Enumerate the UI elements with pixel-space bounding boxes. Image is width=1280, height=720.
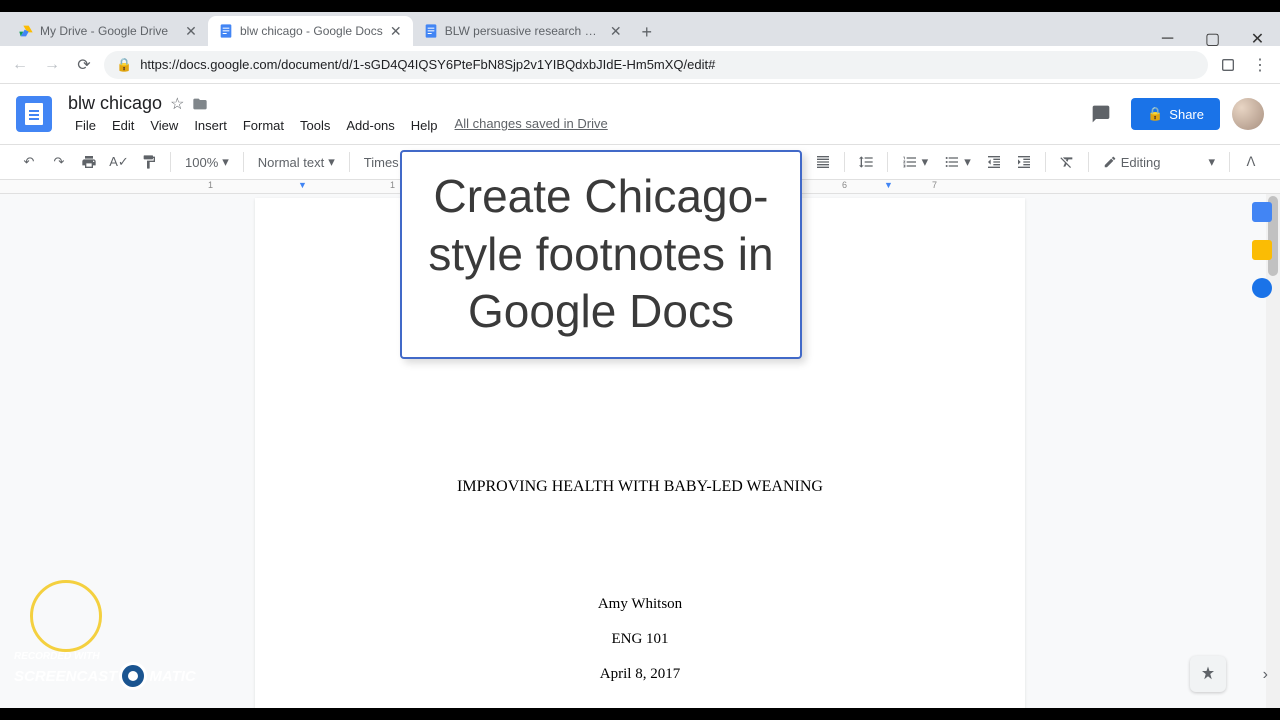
document-date: April 8, 2017 [355, 666, 925, 683]
avatar[interactable] [1232, 98, 1264, 130]
tab-title: blw chicago - Google Docs [240, 24, 383, 38]
screencast-logo-icon [119, 662, 147, 690]
browser-tab[interactable]: BLW persuasive research 101 chi ✕ [413, 16, 633, 46]
chevron-down-icon: ▾ [922, 154, 929, 170]
increase-indent-button[interactable] [1011, 149, 1037, 175]
print-button[interactable] [76, 149, 102, 175]
spellcheck-button[interactable]: A✓ [106, 149, 132, 175]
line-spacing-button[interactable] [853, 149, 879, 175]
minimize-button[interactable]: ─ [1145, 24, 1190, 54]
close-window-button[interactable]: ✕ [1235, 24, 1280, 54]
watermark: RECORDED WITH SCREENCAST MATIC [14, 651, 196, 690]
align-justify-button[interactable] [810, 149, 836, 175]
numbered-list-button[interactable]: ▾ [896, 154, 935, 170]
calendar-icon[interactable] [1252, 202, 1272, 222]
editing-mode-select[interactable]: Editing ▾ [1097, 154, 1221, 170]
docs-header: blw chicago ☆ File Edit View Insert Form… [0, 84, 1280, 144]
chevron-down-icon: ▾ [222, 154, 229, 170]
close-icon[interactable]: ✕ [184, 24, 198, 38]
share-label: Share [1169, 107, 1204, 122]
chevron-down-icon: ▾ [964, 154, 971, 170]
clear-formatting-button[interactable] [1054, 149, 1080, 175]
browser-tab-strip: My Drive - Google Drive ✕ blw chicago - … [0, 12, 1280, 46]
docs-icon [423, 23, 439, 39]
drive-icon [18, 23, 34, 39]
menu-view[interactable]: View [143, 116, 185, 135]
back-button[interactable]: ← [8, 53, 32, 77]
comments-button[interactable] [1083, 96, 1119, 132]
indent-marker[interactable]: ▼ [298, 180, 307, 190]
callout-text: Create Chicago-style footnotes in Google… [422, 168, 780, 341]
menu-bar: File Edit View Insert Format Tools Add-o… [68, 116, 1083, 135]
share-button[interactable]: 🔒 Share [1131, 98, 1220, 130]
document-course: ENG 101 [355, 631, 925, 648]
menu-help[interactable]: Help [404, 116, 445, 135]
undo-button[interactable]: ↶ [16, 149, 42, 175]
style-select[interactable]: Normal text▾ [252, 154, 341, 170]
chevron-down-icon: ▾ [1208, 154, 1215, 170]
close-icon[interactable]: ✕ [389, 24, 403, 38]
browser-tab[interactable]: My Drive - Google Drive ✕ [8, 16, 208, 46]
bulleted-list-button[interactable]: ▾ [938, 154, 977, 170]
ruler-mark: 1 [390, 180, 395, 190]
lock-icon: 🔒 [116, 57, 132, 73]
folder-icon[interactable] [192, 96, 208, 112]
indent-marker[interactable]: ▼ [884, 180, 893, 190]
keep-icon[interactable] [1252, 240, 1272, 260]
docs-icon [218, 23, 234, 39]
side-panel [1244, 194, 1280, 298]
window-controls: ─ ▢ ✕ [1145, 24, 1280, 58]
decrease-indent-button[interactable] [981, 149, 1007, 175]
explore-button[interactable] [1190, 656, 1226, 692]
url-text: https://docs.google.com/document/d/1-sGD… [140, 57, 715, 72]
ruler-mark: 7 [932, 180, 937, 190]
menu-addons[interactable]: Add-ons [339, 116, 401, 135]
address-bar[interactable]: 🔒 https://docs.google.com/document/d/1-s… [104, 51, 1208, 79]
menu-format[interactable]: Format [236, 116, 291, 135]
docs-logo[interactable] [16, 96, 52, 132]
new-tab-button[interactable]: + [633, 18, 661, 46]
redo-button[interactable]: ↷ [46, 149, 72, 175]
reload-button[interactable]: ⟳ [72, 53, 96, 77]
ruler-mark: 6 [842, 180, 847, 190]
browser-nav-bar: ← → ⟳ 🔒 https://docs.google.com/document… [0, 46, 1280, 84]
document-author: Amy Whitson [355, 596, 925, 613]
tab-title: My Drive - Google Drive [40, 24, 178, 38]
document-title[interactable]: blw chicago [68, 93, 162, 114]
lock-icon: 🔒 [1147, 106, 1163, 122]
callout-overlay: Create Chicago-style footnotes in Google… [400, 150, 802, 359]
star-icon[interactable]: ☆ [170, 94, 184, 114]
tasks-icon[interactable] [1252, 278, 1272, 298]
ruler-mark: 1 [208, 180, 213, 190]
forward-button[interactable]: → [40, 53, 64, 77]
collapse-toolbar-button[interactable]: ᐱ [1238, 149, 1264, 175]
side-panel-toggle[interactable]: › [1263, 666, 1268, 684]
browser-tab[interactable]: blw chicago - Google Docs ✕ [208, 16, 413, 46]
save-status[interactable]: All changes saved in Drive [455, 116, 608, 135]
menu-tools[interactable]: Tools [293, 116, 337, 135]
maximize-button[interactable]: ▢ [1190, 24, 1235, 54]
zoom-select[interactable]: 100%▾ [179, 154, 235, 170]
chevron-down-icon: ▾ [328, 154, 335, 170]
menu-file[interactable]: File [68, 116, 103, 135]
menu-edit[interactable]: Edit [105, 116, 141, 135]
paint-format-button[interactable] [136, 149, 162, 175]
tab-title: BLW persuasive research 101 chi [445, 24, 603, 38]
document-heading: IMPROVING HEALTH WITH BABY-LED WEANING [355, 478, 925, 496]
cursor-highlight [30, 580, 102, 652]
menu-insert[interactable]: Insert [187, 116, 234, 135]
close-icon[interactable]: ✕ [609, 24, 623, 38]
